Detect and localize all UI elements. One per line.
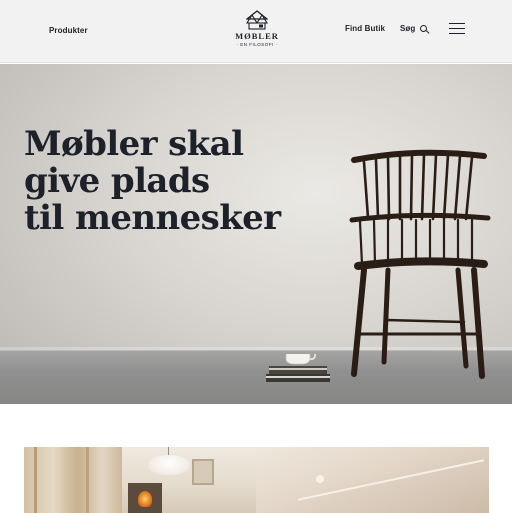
hero-banner: Møbler skal give plads til mennesker <box>0 64 512 404</box>
hero-title-line: Møbler skal <box>24 124 244 164</box>
gallery-image-living-room[interactable] <box>122 447 256 513</box>
nav-find-store-link[interactable]: Find Butik <box>345 24 385 33</box>
hero-chair-image <box>349 149 491 379</box>
books-and-cup-image <box>266 354 330 382</box>
lamp-cord <box>168 447 169 455</box>
gallery-image-ceiling[interactable] <box>256 447 489 513</box>
site-header: Produkter MØBLER · EN FILOSOFI · Find Bu… <box>0 0 512 63</box>
site-logo[interactable]: MØBLER · EN FILOSOFI · <box>229 10 285 52</box>
hamburger-menu-icon[interactable] <box>449 23 465 35</box>
hero-title: Møbler skal give plads til mennesker <box>24 126 324 237</box>
search-icon <box>420 25 428 32</box>
nav-products-link[interactable]: Produkter <box>49 26 88 35</box>
wall-picture <box>192 459 214 485</box>
fireplace <box>128 483 162 513</box>
pendant-lamp <box>148 455 190 475</box>
nav-search-button[interactable]: Søg <box>400 24 428 33</box>
gallery-image-window[interactable] <box>24 447 122 513</box>
logo-wordmark: MØBLER <box>235 31 279 41</box>
logo-tagline: · EN FILOSOFI · <box>236 42 278 47</box>
hero-title-line: give plads <box>24 161 210 201</box>
image-gallery <box>24 447 489 513</box>
hero-title-line: til mennesker <box>24 198 281 238</box>
search-label: Søg <box>400 24 416 33</box>
house-logo-icon <box>246 10 268 30</box>
